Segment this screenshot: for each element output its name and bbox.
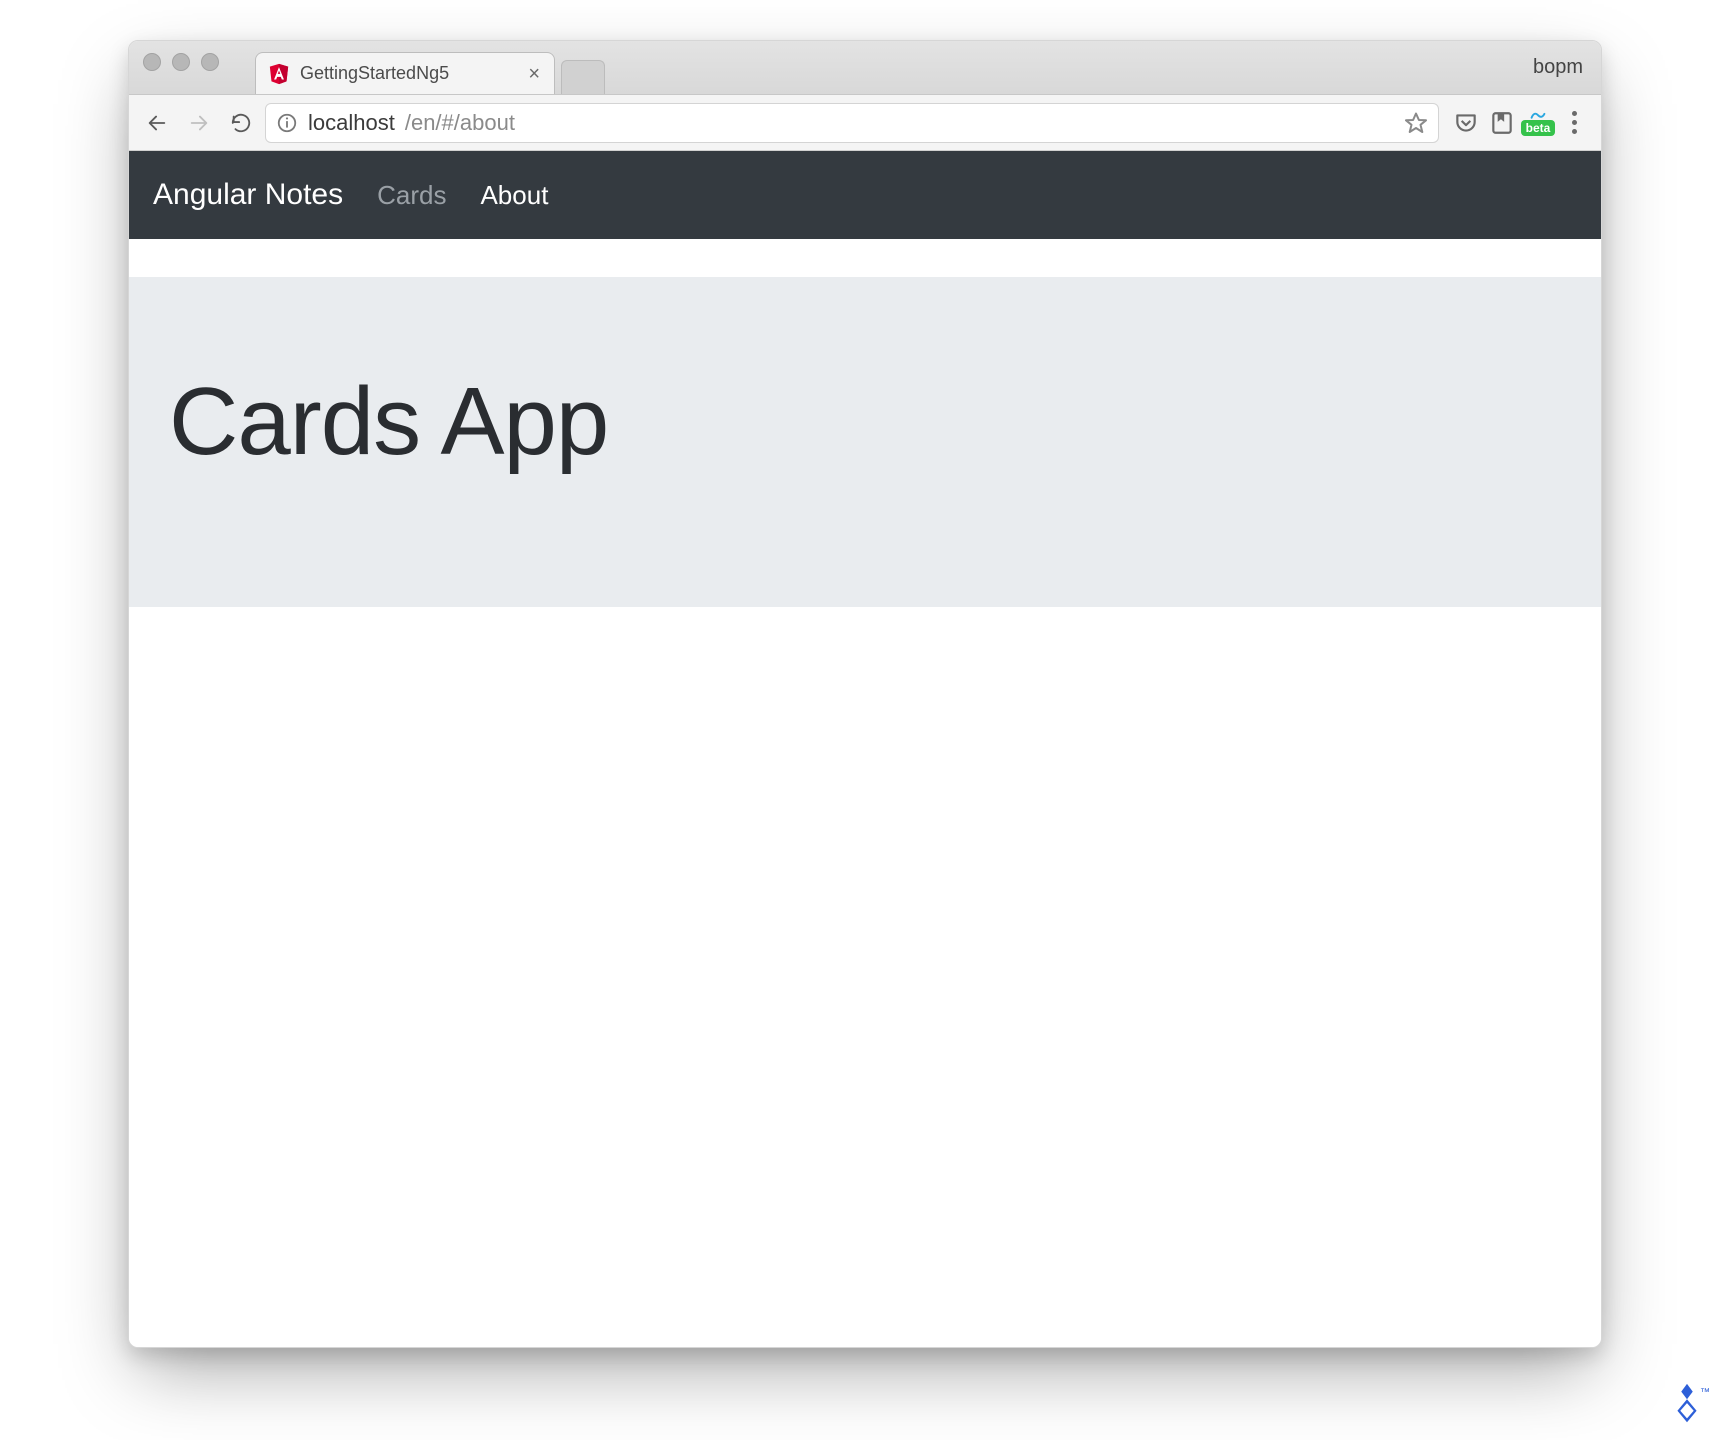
profile-name[interactable]: bopm: [1533, 56, 1589, 79]
app-brand[interactable]: Angular Notes: [153, 178, 343, 212]
back-button[interactable]: [139, 105, 175, 141]
new-tab-button[interactable]: [561, 60, 605, 94]
beta-extension-icon[interactable]: beta: [1525, 110, 1551, 136]
browser-toolbar: localhost/en/#/about beta: [129, 95, 1601, 151]
address-bar[interactable]: localhost/en/#/about: [265, 103, 1439, 143]
site-info-icon[interactable]: [276, 112, 298, 134]
pocket-icon[interactable]: [1453, 110, 1479, 136]
bookmark-star-icon[interactable]: [1404, 111, 1428, 135]
window-controls: [143, 53, 219, 71]
tab-title: GettingStartedNg5: [300, 63, 514, 84]
save-page-icon[interactable]: [1489, 110, 1515, 136]
reload-button[interactable]: [223, 105, 259, 141]
extension-icons: beta: [1445, 110, 1591, 136]
beta-badge: beta: [1521, 120, 1556, 136]
browser-window: GettingStartedNg5 × bopm localhost/en/#/…: [128, 40, 1602, 1348]
page-viewport: Angular Notes Cards About Cards App: [129, 151, 1601, 1347]
nav-link-cards[interactable]: Cards: [377, 180, 446, 211]
watermark-icon: ™: [1664, 1382, 1710, 1428]
page-gap: [129, 239, 1601, 277]
url-host: localhost: [308, 110, 395, 136]
url-path: /en/#/about: [405, 110, 515, 136]
window-minimize-button[interactable]: [172, 53, 190, 71]
window-close-button[interactable]: [143, 53, 161, 71]
angular-icon: [268, 63, 290, 85]
chrome-menu-button[interactable]: [1561, 110, 1587, 136]
window-maximize-button[interactable]: [201, 53, 219, 71]
browser-tab[interactable]: GettingStartedNg5 ×: [255, 52, 555, 94]
forward-button[interactable]: [181, 105, 217, 141]
stage: GettingStartedNg5 × bopm localhost/en/#/…: [0, 0, 1720, 1440]
nav-link-about[interactable]: About: [480, 180, 548, 211]
kebab-icon: [1561, 111, 1587, 134]
jumbotron: Cards App: [129, 277, 1601, 607]
app-navbar: Angular Notes Cards About: [129, 151, 1601, 239]
page-title: Cards App: [169, 367, 1561, 477]
titlebar: GettingStartedNg5 × bopm: [129, 41, 1601, 95]
tab-close-button[interactable]: ×: [524, 64, 544, 84]
